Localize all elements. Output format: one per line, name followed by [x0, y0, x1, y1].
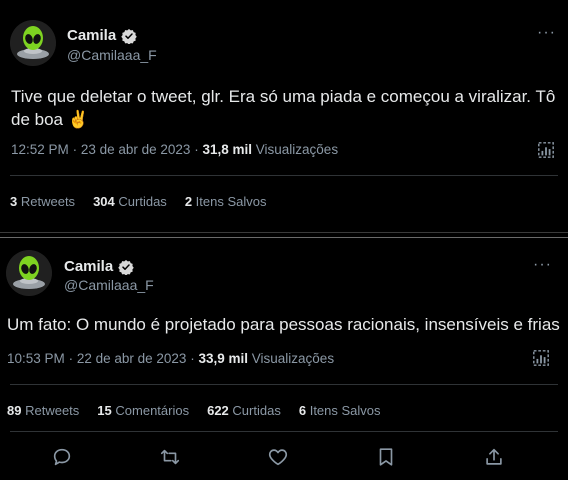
divider — [10, 175, 558, 176]
divider — [10, 384, 558, 385]
separator-dot: · — [72, 142, 78, 157]
author-handle[interactable]: @Camilaaa_F — [64, 277, 154, 293]
stat-comments[interactable]: 15 Comentários — [97, 403, 189, 418]
tweet-text: Um fato: O mundo é projetado para pessoa… — [7, 315, 560, 334]
retweet-icon[interactable] — [159, 446, 181, 468]
separator-dot: · — [194, 142, 199, 157]
tweet-date[interactable]: 23 de abr de 2023 — [81, 142, 191, 157]
stat-bookmarks[interactable]: 6 Itens Salvos — [299, 403, 381, 418]
tweet-2[interactable]: Camila @Camilaaa_F ··· Um fato: O mundo … — [0, 238, 568, 480]
divider — [10, 431, 558, 432]
share-icon[interactable] — [483, 446, 505, 468]
tweet-time[interactable]: 12:52 PM — [11, 142, 69, 157]
tweet-meta: 12:52 PM · 23 de abr de 2023 · 31,8 mil … — [11, 142, 338, 157]
views-label: Visualizações — [255, 142, 339, 157]
stat-retweets[interactable]: 89 Retweets — [7, 403, 79, 418]
analytics-icon[interactable] — [537, 141, 555, 159]
tweet-stats: 3 Retweets 304 Curtidas 2 Itens Salvos — [10, 194, 285, 209]
tweet-date[interactable]: 22 de abr de 2023 — [77, 351, 187, 366]
reply-icon[interactable] — [51, 446, 73, 468]
analytics-icon[interactable] — [532, 349, 550, 367]
tweet-1[interactable]: Camila @Camilaaa_F ··· Tive que deletar … — [0, 0, 568, 232]
stat-retweets[interactable]: 3 Retweets — [10, 194, 75, 209]
author-handle[interactable]: @Camilaaa_F — [67, 47, 157, 63]
separator-dot: · — [68, 351, 74, 366]
verified-badge-icon — [121, 28, 137, 44]
verified-badge-icon — [118, 259, 134, 275]
tweet-text: Tive que deletar o tweet, glr. Era só um… — [11, 87, 556, 129]
stat-bookmarks[interactable]: 2 Itens Salvos — [185, 194, 267, 209]
tweet-time[interactable]: 10:53 PM — [7, 351, 65, 366]
bookmark-icon[interactable] — [375, 446, 397, 468]
like-icon[interactable] — [267, 446, 289, 468]
tweet-meta: 10:53 PM · 22 de abr de 2023 · 33,9 mil … — [7, 351, 334, 366]
views-count: 33,9 mil — [198, 351, 248, 366]
stat-likes[interactable]: 622 Curtidas — [207, 403, 281, 418]
views-label: Visualizações — [251, 351, 335, 366]
author-name[interactable]: Camila — [67, 27, 116, 44]
separator-dot: · — [190, 351, 195, 366]
tweet-stats: 89 Retweets 15 Comentários 622 Curtidas … — [7, 403, 399, 418]
stat-likes[interactable]: 304 Curtidas — [93, 194, 167, 209]
more-icon[interactable]: ··· — [537, 24, 556, 42]
more-icon[interactable]: ··· — [533, 256, 552, 274]
alien-avatar-icon[interactable] — [10, 20, 56, 66]
author-name[interactable]: Camila — [64, 258, 113, 275]
alien-avatar-icon[interactable] — [6, 250, 52, 296]
views-count: 31,8 mil — [202, 142, 252, 157]
